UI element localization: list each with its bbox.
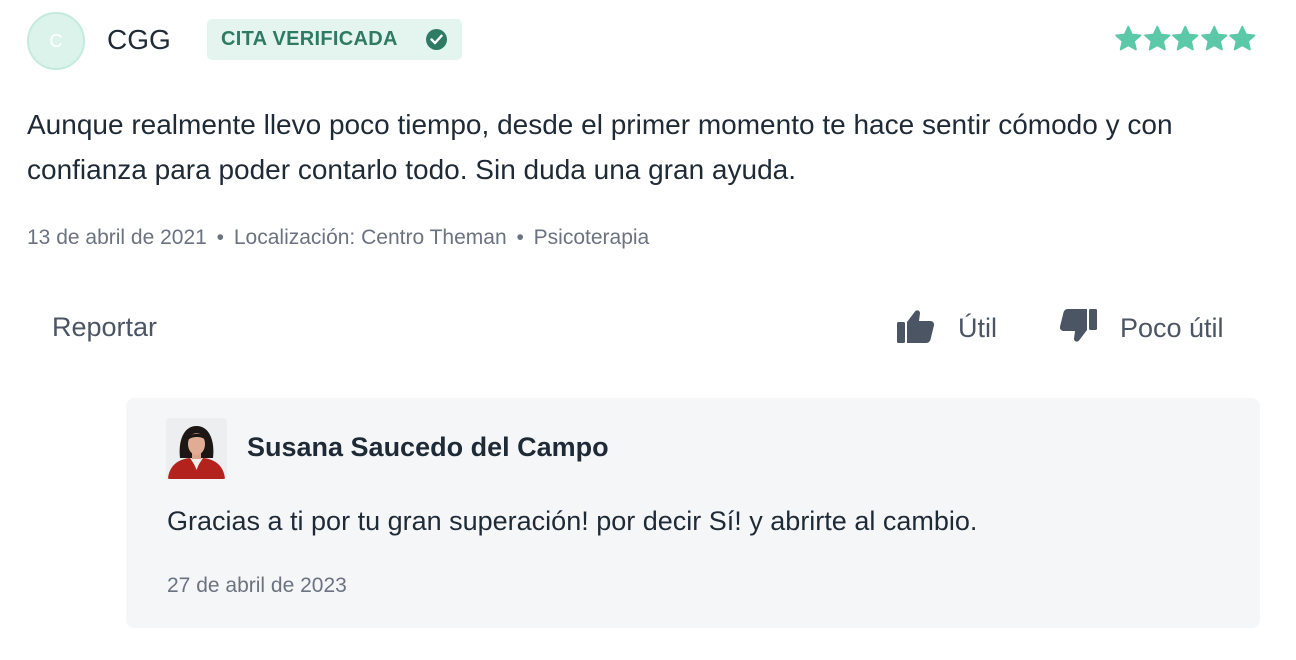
professional-name: Susana Saucedo del Campo	[247, 432, 609, 462]
review-meta: 13 de abril de 2021 • Localización: Cent…	[27, 226, 649, 250]
star-icon	[1115, 25, 1142, 51]
check-circle-icon	[426, 29, 447, 50]
review-card: C CGG CITA VERIFICADA Aunque realmente l…	[0, 0, 1296, 660]
professional-reply: Susana Saucedo del Campo Gracias a ti po…	[126, 398, 1260, 628]
thumbs-down-icon	[1058, 308, 1098, 349]
verified-badge: CITA VERIFICADA	[207, 19, 462, 60]
meta-separator: •	[216, 226, 225, 249]
star-icon	[1143, 25, 1170, 51]
star-icon	[1172, 25, 1199, 51]
reply-text: Gracias a ti por tu gran superación! por…	[167, 506, 978, 536]
user-avatar: C	[27, 12, 85, 70]
professional-avatar	[166, 418, 227, 479]
meta-separator: •	[516, 226, 524, 249]
review-text: Aunque realmente llevo poco tiempo, desd…	[27, 109, 1173, 185]
review-service: Psicoterapia	[533, 226, 650, 249]
star-icon	[1229, 25, 1256, 51]
not-useful-label: Poco útil	[1120, 312, 1224, 343]
verified-badge-label: CITA VERIFICADA	[221, 28, 398, 50]
star-icon	[1201, 25, 1228, 51]
useful-button[interactable]: Útil	[896, 308, 997, 348]
report-link[interactable]: Reportar	[52, 312, 157, 343]
useful-label: Útil	[958, 312, 997, 343]
not-useful-button[interactable]: Poco útil	[1058, 308, 1224, 348]
thumbs-up-icon	[896, 308, 936, 349]
avatar-initial: C	[49, 30, 63, 51]
reply-date: 27 de abril de 2023	[167, 574, 347, 597]
reviewer-name: CGG	[107, 24, 171, 55]
star-rating	[1114, 25, 1257, 53]
review-date: 13 de abril de 2021	[27, 226, 207, 249]
review-location: Localización: Centro Theman	[233, 226, 507, 249]
